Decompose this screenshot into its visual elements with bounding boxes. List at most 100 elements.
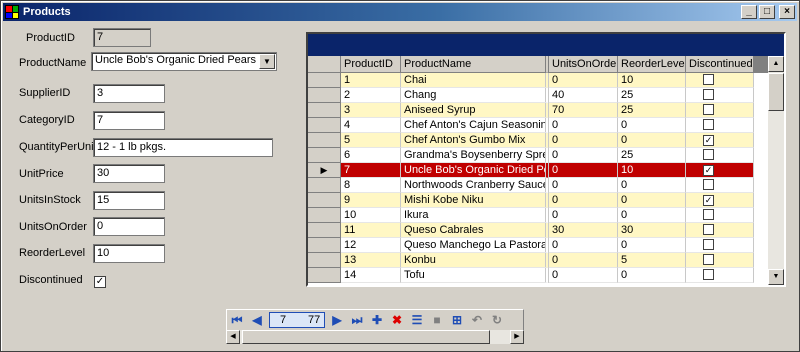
reorder-level-field[interactable]: 10 [93, 244, 165, 263]
row-header-corner[interactable] [308, 56, 341, 73]
table-row[interactable]: 13 Konbu 0 5 [308, 253, 768, 268]
table-row[interactable]: 8 Northwoods Cranberry Sauce 0 0 [308, 178, 768, 193]
horizontal-scrollbar[interactable]: ◀ ▶ [226, 330, 524, 344]
supplier-id-field[interactable]: 3 [93, 84, 165, 103]
save-icon[interactable]: ■ [427, 311, 447, 329]
cell-reorder-level[interactable]: 0 [618, 268, 686, 283]
move-next-icon[interactable]: ▶ [327, 311, 347, 329]
table-row[interactable]: 12 Queso Manchego La Pastora 0 0 [308, 238, 768, 253]
cell-product-id[interactable]: 8 [341, 178, 401, 193]
cell-discontinued[interactable] [686, 253, 754, 268]
cell-discontinued[interactable] [686, 73, 754, 88]
table-row[interactable]: 11 Queso Cabrales 30 30 [308, 223, 768, 238]
cell-discontinued[interactable]: ✓ [686, 133, 754, 148]
cell-product-id[interactable]: 7 [341, 163, 401, 178]
discontinued-checkbox-cell[interactable] [703, 89, 714, 100]
cell-product-id[interactable]: 3 [341, 103, 401, 118]
cell-product-id[interactable]: 6 [341, 148, 401, 163]
product-name-combobox[interactable]: Uncle Bob's Organic Dried Pears ▼ [91, 52, 277, 71]
row-header[interactable] [308, 238, 341, 253]
undo-icon[interactable]: ↶ [467, 311, 487, 329]
cell-units-on-order[interactable]: 70 [549, 103, 618, 118]
cell-product-id[interactable]: 10 [341, 208, 401, 223]
cell-reorder-level[interactable]: 25 [618, 103, 686, 118]
cell-product-name[interactable]: Queso Manchego La Pastora [401, 238, 549, 253]
cell-units-on-order[interactable]: 0 [549, 148, 618, 163]
column-header-discontinued[interactable]: Discontinued [686, 56, 754, 73]
find-icon[interactable]: ⊞ [447, 311, 467, 329]
cell-product-name[interactable]: Tofu [401, 268, 549, 283]
delete-icon[interactable]: ✖ [387, 311, 407, 329]
redo-icon[interactable]: ↻ [487, 311, 507, 329]
row-header[interactable]: ▶ [308, 163, 341, 178]
cell-units-on-order[interactable]: 0 [549, 253, 618, 268]
cell-product-id[interactable]: 14 [341, 268, 401, 283]
cell-reorder-level[interactable]: 10 [618, 163, 686, 178]
position-box[interactable]: 7 77 [269, 312, 325, 328]
cell-product-name[interactable]: Chef Anton's Gumbo Mix [401, 133, 549, 148]
cell-product-name[interactable]: Grandma's Boysenberry Spre [401, 148, 549, 163]
chevron-down-icon[interactable]: ▼ [259, 54, 275, 69]
units-on-order-field[interactable]: 0 [93, 217, 165, 236]
horizontal-scroll-thumb[interactable] [242, 330, 490, 344]
cell-discontinued[interactable] [686, 103, 754, 118]
cell-units-on-order[interactable]: 0 [549, 73, 618, 88]
discontinued-checkbox-cell[interactable] [703, 224, 714, 235]
cell-reorder-level[interactable]: 0 [618, 118, 686, 133]
cell-product-name[interactable]: Aniseed Syrup [401, 103, 549, 118]
units-in-stock-field[interactable]: 15 [93, 191, 165, 210]
cell-discontinued[interactable] [686, 148, 754, 163]
row-header[interactable] [308, 73, 341, 88]
cell-units-on-order[interactable]: 40 [549, 88, 618, 103]
cell-product-name[interactable]: Northwoods Cranberry Sauce [401, 178, 549, 193]
refresh-grid-icon[interactable]: ☰ [407, 311, 427, 329]
discontinued-checkbox-cell[interactable]: ✓ [703, 195, 714, 206]
discontinued-checkbox-cell[interactable] [703, 149, 714, 160]
scroll-right-icon[interactable]: ▶ [510, 330, 524, 344]
column-header-product-id[interactable]: ProductID [341, 56, 401, 73]
cell-product-id[interactable]: 1 [341, 73, 401, 88]
row-header[interactable] [308, 103, 341, 118]
column-header-product-name[interactable]: ProductName [401, 56, 549, 73]
quantity-per-unit-field[interactable]: 12 - 1 lb pkgs. [93, 138, 273, 157]
cell-units-on-order[interactable]: 0 [549, 238, 618, 253]
cell-product-name[interactable]: Mishi Kobe Niku [401, 193, 549, 208]
discontinued-checkbox-cell[interactable]: ✓ [703, 135, 714, 146]
cell-discontinued[interactable] [686, 88, 754, 103]
discontinued-checkbox-cell[interactable] [703, 179, 714, 190]
row-header[interactable] [308, 223, 341, 238]
products-grid[interactable]: ProductID ProductName UnitsOnOrder Reord… [306, 32, 786, 287]
row-header[interactable] [308, 253, 341, 268]
discontinued-checkbox-cell[interactable]: ✓ [703, 165, 714, 176]
close-button[interactable]: × [779, 5, 795, 19]
cell-units-on-order[interactable]: 0 [549, 193, 618, 208]
discontinued-checkbox-cell[interactable] [703, 119, 714, 130]
scroll-up-icon[interactable]: ▲ [768, 56, 784, 72]
table-row[interactable]: 3 Aniseed Syrup 70 25 [308, 103, 768, 118]
row-header[interactable] [308, 118, 341, 133]
maximize-button[interactable]: □ [759, 5, 775, 19]
cell-discontinued[interactable] [686, 223, 754, 238]
unit-price-field[interactable]: 30 [93, 164, 165, 183]
cell-reorder-level[interactable]: 0 [618, 178, 686, 193]
discontinued-checkbox-cell[interactable] [703, 209, 714, 220]
cell-reorder-level[interactable]: 0 [618, 238, 686, 253]
table-row[interactable]: 14 Tofu 0 0 [308, 268, 768, 283]
cell-units-on-order[interactable]: 0 [549, 268, 618, 283]
cell-discontinued[interactable] [686, 118, 754, 133]
cell-reorder-level[interactable]: 5 [618, 253, 686, 268]
cell-product-name[interactable]: Chai [401, 73, 549, 88]
discontinued-checkbox-cell[interactable] [703, 239, 714, 250]
table-row[interactable]: 5 Chef Anton's Gumbo Mix 0 0 ✓ [308, 133, 768, 148]
table-row[interactable]: 9 Mishi Kobe Niku 0 0 ✓ [308, 193, 768, 208]
cell-product-id[interactable]: 9 [341, 193, 401, 208]
column-header-units-on-order[interactable]: UnitsOnOrder [549, 56, 618, 73]
cell-discontinued[interactable] [686, 238, 754, 253]
row-header[interactable] [308, 133, 341, 148]
cell-discontinued[interactable]: ✓ [686, 163, 754, 178]
cell-units-on-order[interactable]: 30 [549, 223, 618, 238]
cell-reorder-level[interactable]: 0 [618, 133, 686, 148]
cell-units-on-order[interactable]: 0 [549, 163, 618, 178]
cell-discontinued[interactable] [686, 268, 754, 283]
table-row[interactable]: ▶ 7 Uncle Bob's Organic Dried Pe 0 10 ✓ [308, 163, 768, 178]
